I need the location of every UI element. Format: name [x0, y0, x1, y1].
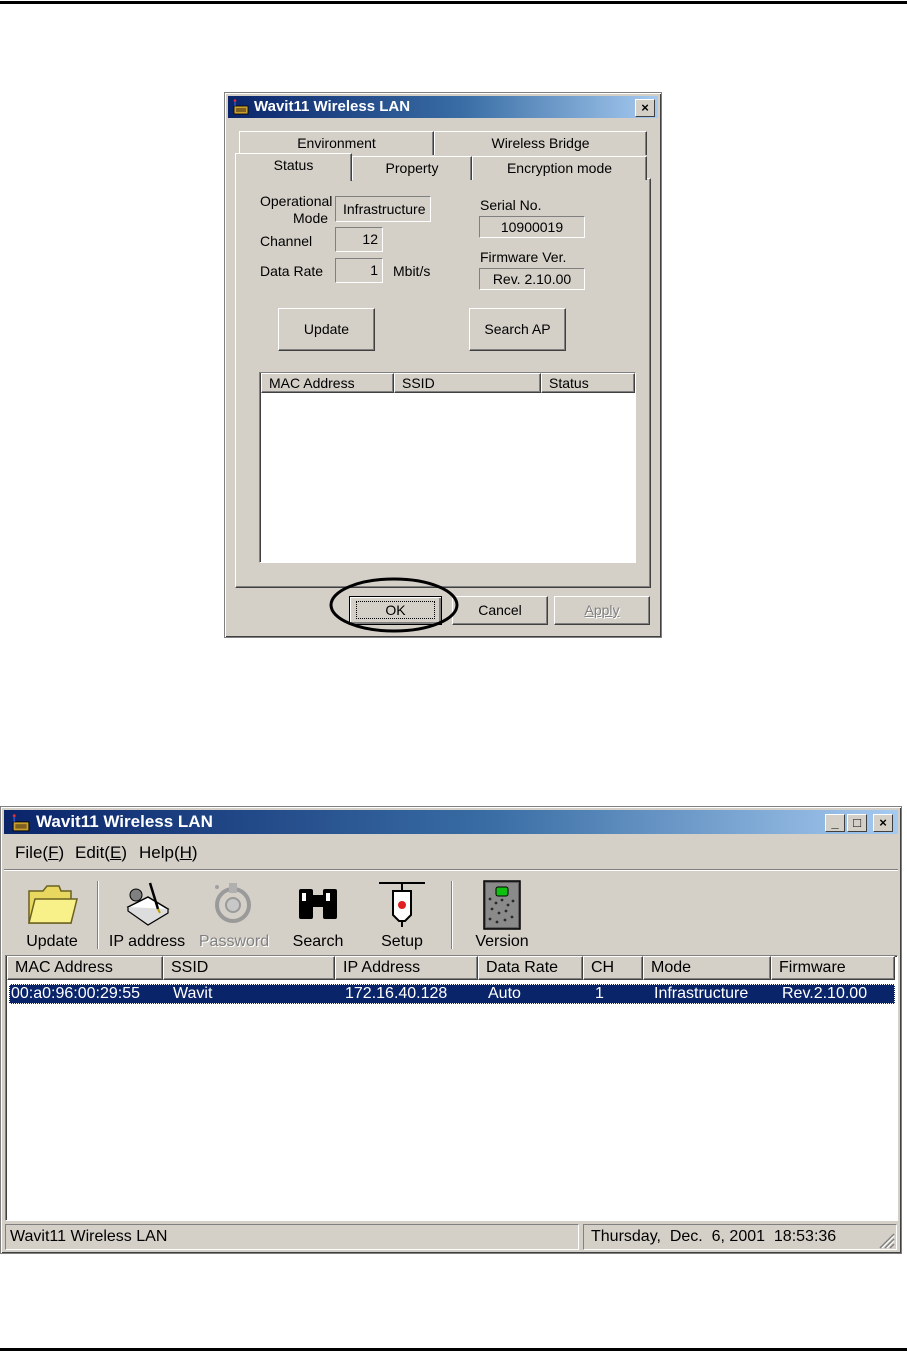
- toolbar-update-label: Update: [26, 933, 78, 950]
- dialog-close-button[interactable]: ×: [635, 99, 655, 117]
- toolbar-ip-address-label: IP address: [108, 933, 186, 950]
- col-firmware[interactable]: Firmware: [771, 956, 895, 980]
- menu-file-key: F: [48, 843, 59, 862]
- data-rate-label: Data Rate: [260, 263, 324, 279]
- row-ip: 172.16.40.128: [345, 985, 448, 1002]
- toolbar-separator: [97, 881, 99, 949]
- ap-col-status[interactable]: Status: [541, 373, 635, 393]
- col-ch[interactable]: CH: [583, 956, 643, 980]
- ap-list-header: MAC Address SSID Status: [261, 373, 635, 393]
- maximize-button[interactable]: □: [847, 814, 867, 832]
- minimize-button[interactable]: _: [825, 814, 845, 832]
- col-ip-address[interactable]: IP Address: [335, 956, 478, 980]
- toolbar-password-label: Password: [198, 933, 270, 950]
- search-ap-button[interactable]: Search AP: [469, 308, 566, 351]
- tab-property[interactable]: Property: [352, 156, 472, 180]
- toolbar-version-button[interactable]: Version: [462, 875, 542, 953]
- col-ssid[interactable]: SSID: [163, 956, 335, 980]
- menu-help[interactable]: Help(H): [139, 840, 198, 866]
- dialog-title: Wavit11 Wireless LAN: [254, 98, 411, 115]
- menu-file-label: File(: [15, 843, 49, 862]
- cancel-button[interactable]: Cancel: [452, 596, 548, 625]
- tab-wireless-bridge[interactable]: Wireless Bridge: [434, 131, 647, 155]
- col-data-rate[interactable]: Data Rate: [478, 956, 583, 980]
- ap-col-mac[interactable]: MAC Address: [261, 373, 394, 393]
- toolbar-search-button[interactable]: Search: [280, 875, 356, 953]
- close-button[interactable]: ×: [873, 814, 893, 832]
- channel-value: 12: [335, 227, 383, 252]
- tab-environment[interactable]: Environment: [239, 131, 434, 155]
- toolbar-update-button[interactable]: Update: [12, 875, 92, 953]
- menu-file-end: ): [58, 843, 65, 862]
- menu-divider: [4, 869, 898, 871]
- page-bottom-rule: [0, 1348, 907, 1351]
- row-rate: Auto: [488, 985, 521, 1002]
- binoculars-icon: [299, 889, 337, 919]
- apply-button[interactable]: Apply: [554, 596, 650, 625]
- firmware-label: Firmware Ver.: [480, 249, 567, 265]
- row-ssid: Wavit: [173, 985, 213, 1002]
- menu-help-end: ): [191, 843, 198, 862]
- main-titlebar: Wavit11 Wireless LAN _ □ ×: [4, 810, 898, 834]
- ip-address-icon: [126, 882, 170, 926]
- firmware-value: Rev. 2.10.00: [479, 268, 585, 290]
- version-icon: [483, 880, 521, 930]
- operational-mode-label: Operational: [260, 193, 333, 209]
- app-icon: [233, 99, 249, 115]
- toolbar-setup-button[interactable]: Setup: [362, 875, 442, 953]
- toolbar-setup-label: Setup: [381, 933, 423, 950]
- menu-edit-end: ): [121, 843, 127, 862]
- menu-bar: File(F) Edit(E) Help(H): [4, 840, 898, 866]
- serial-value: 10900019: [479, 216, 585, 238]
- menu-edit-key: E: [109, 843, 122, 862]
- ap-list[interactable]: [259, 372, 636, 563]
- status-bar-datetime: Thursday, Dec. 6, 2001 18:53:36: [583, 1224, 897, 1250]
- setup-icon: [379, 882, 425, 927]
- status-bar-left: Wavit11 Wireless LAN: [5, 1224, 579, 1250]
- channel-label: Channel: [260, 233, 313, 249]
- menu-file[interactable]: File(F): [15, 840, 64, 866]
- operational-mode-label-2: Mode: [293, 210, 329, 226]
- device-list-header: MAC Address SSID IP Address Data Rate CH…: [7, 956, 896, 980]
- app-icon: [12, 814, 30, 832]
- serial-label: Serial No.: [480, 197, 542, 213]
- main-window: Wavit11 Wireless LAN _ □ × File(F) Edit(…: [0, 806, 902, 1254]
- password-icon: [215, 883, 251, 923]
- tab-status[interactable]: Status: [235, 153, 352, 181]
- toolbar-version-label: Version: [475, 933, 529, 950]
- page-top-rule: [0, 1, 907, 4]
- toolbar-separator: [451, 881, 453, 949]
- tab-encryption-mode[interactable]: Encryption mode: [472, 156, 647, 180]
- folder-icon: [28, 885, 78, 924]
- data-rate-value: 1: [335, 258, 383, 283]
- col-mac-address[interactable]: MAC Address: [7, 956, 163, 980]
- menu-help-key: H: [179, 843, 192, 862]
- row-mac: 00:a0:96:00:29:55: [11, 985, 141, 1002]
- menu-help-label: Help(: [139, 843, 180, 862]
- dialog-titlebar: Wavit11 Wireless LAN ×: [228, 96, 658, 118]
- col-mode[interactable]: Mode: [643, 956, 771, 980]
- main-title: Wavit11 Wireless LAN: [36, 812, 213, 831]
- row-mode: Infrastructure: [654, 985, 749, 1002]
- table-row[interactable]: 00:a0:96:00:29:55 Wavit 172.16.40.128 Au…: [9, 984, 895, 1004]
- ok-highlight-ellipse: [329, 577, 459, 633]
- toolbar-search-label: Search: [292, 933, 344, 950]
- toolbar-ip-address-button[interactable]: IP address: [104, 875, 190, 953]
- row-ch: 1: [595, 985, 604, 1002]
- resize-grip-icon[interactable]: [877, 1231, 895, 1249]
- operational-mode-value: Infrastructure: [335, 196, 431, 222]
- update-button[interactable]: Update: [278, 308, 375, 351]
- toolbar: Update IP address Password Search Setup …: [4, 875, 898, 955]
- data-rate-unit: Mbit/s: [393, 263, 431, 279]
- menu-edit[interactable]: Edit(E): [75, 840, 127, 866]
- toolbar-password-button[interactable]: Password: [194, 875, 274, 953]
- properties-dialog: Wavit11 Wireless LAN × Environment Wirel…: [224, 92, 662, 638]
- ap-col-ssid[interactable]: SSID: [394, 373, 541, 393]
- row-firmware: Rev.2.10.00: [782, 985, 868, 1002]
- menu-edit-label: Edit(: [75, 843, 110, 862]
